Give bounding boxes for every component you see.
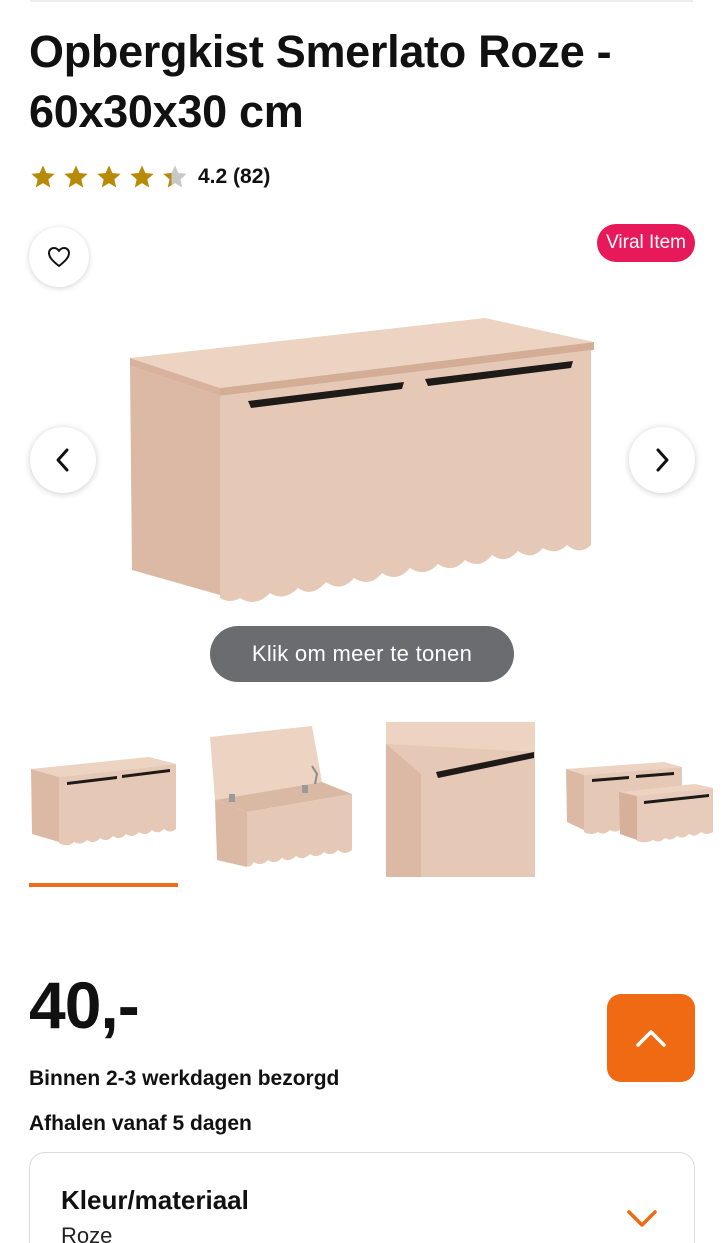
rating-text: 4.2 (82) (198, 165, 271, 188)
option-value: Roze (61, 1223, 113, 1243)
rating-stars (29, 163, 194, 191)
gallery-prev-button[interactable] (30, 427, 96, 493)
active-thumbnail-indicator (29, 883, 178, 887)
color-material-selector[interactable]: Kleur/materiaal Roze (29, 1152, 695, 1243)
chevron-left-icon (56, 448, 69, 472)
thumbnail-front[interactable] (29, 722, 178, 877)
star-icon (130, 165, 154, 188)
product-title: Opbergkist Smerlato Roze - 60x30x30 cm (29, 26, 612, 137)
gallery-next-button[interactable] (629, 427, 695, 493)
viral-badge: Viral Item (597, 224, 695, 262)
option-title: Kleur/materiaal (61, 1185, 249, 1215)
star-icon (31, 165, 55, 188)
show-more-button[interactable]: Klik om meer te tonen (210, 626, 514, 682)
chevron-down-icon (627, 1210, 657, 1227)
star-icon (97, 165, 121, 188)
thumbnail-strip (0, 722, 723, 892)
favorite-button[interactable] (29, 227, 89, 287)
product-price: 40,- (29, 968, 140, 1042)
chevron-right-icon (656, 448, 669, 472)
thumbnail-pair[interactable] (564, 722, 713, 877)
chevron-up-icon (636, 1030, 666, 1047)
delivery-info: Binnen 2-3 werkdagen bezorgd (29, 1067, 340, 1090)
product-gallery: Viral Item Klik om meer te tonen (0, 215, 723, 705)
pickup-info: Afhalen vanaf 5 dagen (29, 1112, 252, 1135)
thumbnail-open[interactable] (207, 722, 356, 877)
top-divider (30, 0, 693, 2)
back-to-top-button[interactable] (607, 994, 695, 1082)
star-half-icon (163, 165, 187, 188)
star-icon (64, 165, 88, 188)
product-rating[interactable]: 4.2 (82) (29, 160, 270, 194)
heart-icon (48, 247, 70, 267)
product-main-image (130, 318, 594, 602)
thumbnail-closeup[interactable] (386, 722, 535, 877)
